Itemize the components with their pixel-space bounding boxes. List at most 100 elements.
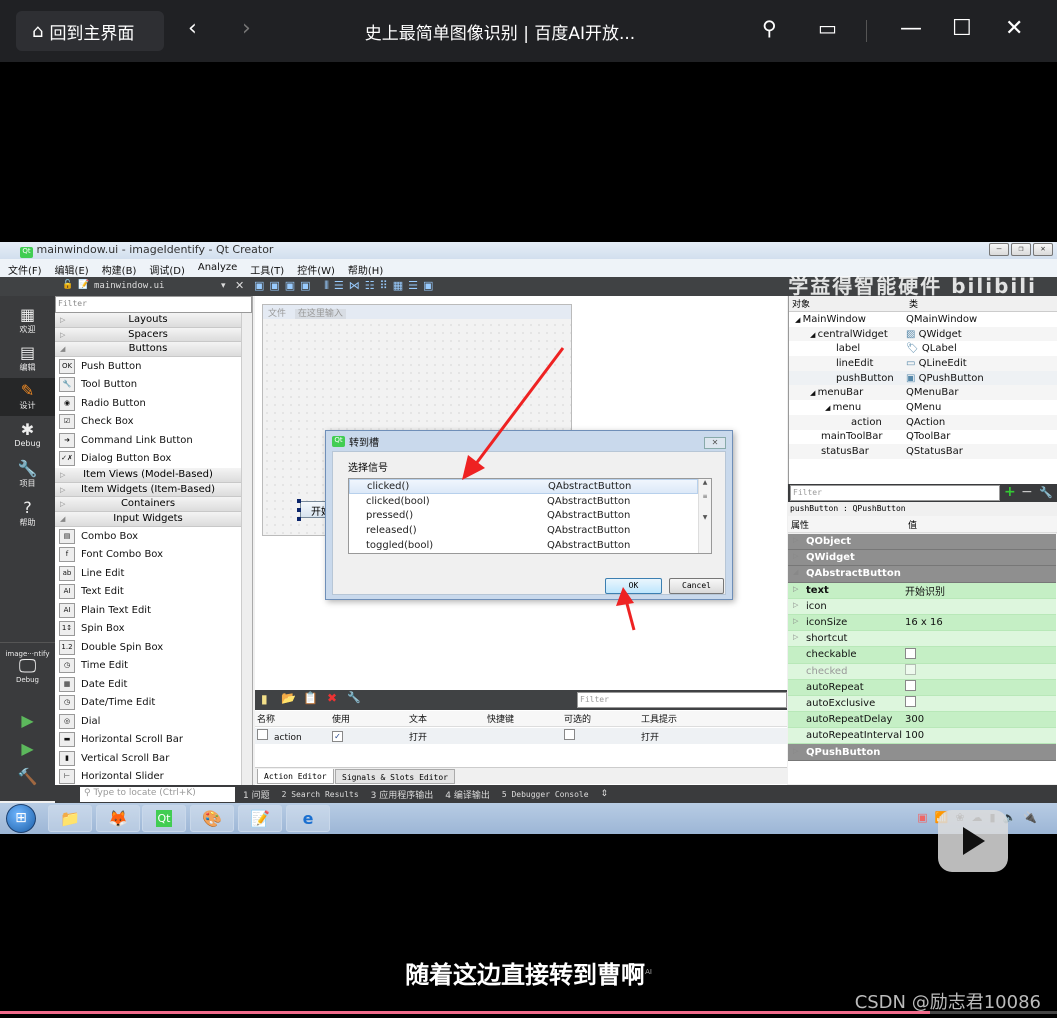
widget-category[interactable]: ▷ Item Views (Model-Based) [55,468,241,483]
property-group[interactable]: ▷ QObject [788,534,1056,551]
selection-handle[interactable] [297,517,301,521]
tab-signals-slots-editor[interactable]: Signals & Slots Editor [335,769,455,784]
win-restore-button[interactable]: ❐ [1011,243,1031,256]
close-document-icon[interactable]: ✕ [235,279,244,292]
chevron-down-icon[interactable]: ▾ [221,281,226,291]
widget-item[interactable]: ◎ Dial [55,712,241,731]
dialog-close-button[interactable]: ✕ [704,437,726,449]
win-minimize-button[interactable]: – [989,243,1009,256]
new-action-icon[interactable]: ▮ [261,692,268,706]
property-value[interactable] [905,696,916,710]
property-checkbox[interactable] [905,664,916,676]
action-filter-input[interactable]: Filter [577,692,787,708]
signal-row[interactable]: clicked(bool) QAbstractButton [349,494,698,509]
tree-row[interactable]: mainToolBar QToolBar [789,430,1057,445]
property-value[interactable]: 300 [905,714,924,725]
property-row[interactable]: ▷ iconSize 16 x 16 [788,614,1056,632]
property-value[interactable] [905,664,916,678]
expand-arrow-icon[interactable]: ▷ [60,313,65,327]
layout-tools-icons[interactable]: ▣▣▣▣ ⦀☰⋈☷⠿▦☰▣ [254,279,438,293]
checkable-checkbox[interactable] [564,729,575,740]
signal-row[interactable]: clicked() QAbstractButton [349,479,698,494]
tree-row[interactable]: ◢ MainWindow QMainWindow [789,312,1057,327]
taskbar-paint-icon[interactable]: 🎨 [190,805,234,832]
menu-widgets[interactable]: 控件(W) [297,262,335,277]
forward-icon[interactable]: › [242,16,251,41]
signal-row[interactable]: pressed() QAbstractButton [349,508,698,523]
signal-row[interactable]: toggled(bool) QAbstractButton [349,538,698,553]
property-filter-input[interactable]: Filter [790,485,1000,501]
widget-category[interactable]: ▷ Item Widgets (Item-Based) [55,482,241,498]
cancel-button[interactable]: Cancel [669,578,724,594]
widget-box-scrollbar[interactable] [241,313,252,786]
expand-arrow-icon[interactable]: ◢ [810,331,818,339]
property-row[interactable]: autoExclusive [788,695,1056,713]
widget-category[interactable]: ◢ Input Widgets [55,512,241,527]
property-group[interactable]: ▷ QWidget [788,550,1056,567]
wrench-icon[interactable]: 🔧 [1039,486,1053,499]
minimize-icon[interactable]: — [900,16,922,41]
expand-arrow-icon[interactable]: ▷ [60,497,65,511]
property-value[interactable] [905,680,916,694]
expand-arrow-icon[interactable]: ◢ [793,568,798,576]
maximize-icon[interactable]: ☐ [952,16,972,41]
open-file-selector[interactable]: mainwindow.ui [94,281,164,291]
menu-analyze[interactable]: Analyze [198,262,237,277]
menu-edit[interactable]: 编辑(E) [55,262,89,277]
property-row[interactable]: ▷ shortcut [788,631,1056,648]
property-group[interactable]: ◢ QAbstractButton [788,566,1056,583]
bilibili-play-overlay[interactable] [938,810,1008,872]
widget-category[interactable]: ◢ Buttons [55,342,241,358]
back-icon[interactable]: ‹ [188,16,197,41]
tree-row[interactable]: ◢ centralWidget ▨ QWidget [789,326,1057,342]
start-button[interactable]: ⊞ [6,804,36,833]
remove-property-icon[interactable]: − [1021,484,1033,500]
widget-item[interactable]: ▤ Combo Box [55,527,241,546]
pane-search-results[interactable]: 2 Search Results [282,790,359,799]
power-icon[interactable]: 🔌 [1023,811,1037,824]
property-checkbox[interactable] [905,647,916,659]
delete-icon[interactable]: ✖ [327,691,337,705]
form-menu-file[interactable]: 文件 [268,309,286,319]
expand-arrow-icon[interactable]: ▷ [60,483,65,497]
property-checkbox[interactable] [905,696,916,708]
expand-arrow-icon[interactable]: ◢ [60,512,65,526]
expand-arrow-icon[interactable]: ▷ [793,585,798,593]
pane-toggle-icon[interactable]: ⇕ [601,789,609,799]
expand-arrow-icon[interactable]: ▷ [793,552,798,560]
tab-action-editor[interactable]: Action Editor [257,769,334,784]
used-checkbox[interactable]: ✓ [332,730,343,742]
widget-item[interactable]: OK Push Button [55,357,241,376]
property-checkbox[interactable] [905,680,916,692]
wrench-icon[interactable]: 🔧 [347,691,361,704]
taskbar-qt-creator-icon[interactable]: Qt [142,805,186,832]
widget-filter-input[interactable]: Filter [55,296,252,313]
widget-item[interactable]: ⊢ Horizontal Slider [55,767,241,786]
tree-row[interactable]: ◢ menu QMenu [789,400,1057,415]
tray-app-icon[interactable]: ▣ [917,811,927,824]
taskbar-explorer-icon[interactable]: 📁 [48,805,92,832]
pane-issues[interactable]: 1 问题 [243,788,270,801]
property-row[interactable]: autoRepeatInterval 100 [788,728,1056,745]
table-row[interactable]: action ✓ 打开 打开 [255,728,787,744]
open-icon[interactable]: 📂 [281,691,296,705]
kit-selector[interactable]: image···ntify 🖵 Debug [0,646,55,684]
selection-handle[interactable] [297,499,301,503]
tree-row[interactable]: pushButton ▣ QPushButton [789,370,1057,386]
expand-arrow-icon[interactable]: ▷ [793,617,798,625]
expand-arrow-icon[interactable]: ◢ [60,342,65,356]
close-icon[interactable]: ✕ [1005,16,1023,41]
property-row[interactable]: autoRepeat [788,679,1056,696]
video-progress-bar[interactable] [0,1011,1057,1014]
expand-arrow-icon[interactable]: ▷ [793,747,798,755]
mode-welcome[interactable]: ▦ 欢迎 [0,302,55,340]
mode-debug[interactable]: ✱ Debug [0,417,55,455]
expand-arrow-icon[interactable]: ▷ [793,536,798,544]
expand-arrow-icon[interactable]: ▷ [793,601,798,609]
widget-item[interactable]: f Font Combo Box [55,545,241,564]
widget-item[interactable]: ✓✗ Dialog Button Box [55,450,241,469]
selection-handle[interactable] [297,508,301,512]
pane-app-output[interactable]: 3 应用程序输出 [371,788,434,801]
form-menu-placeholder[interactable]: 在这里输入 [294,309,346,319]
expand-arrow-icon[interactable]: ▷ [60,328,65,342]
